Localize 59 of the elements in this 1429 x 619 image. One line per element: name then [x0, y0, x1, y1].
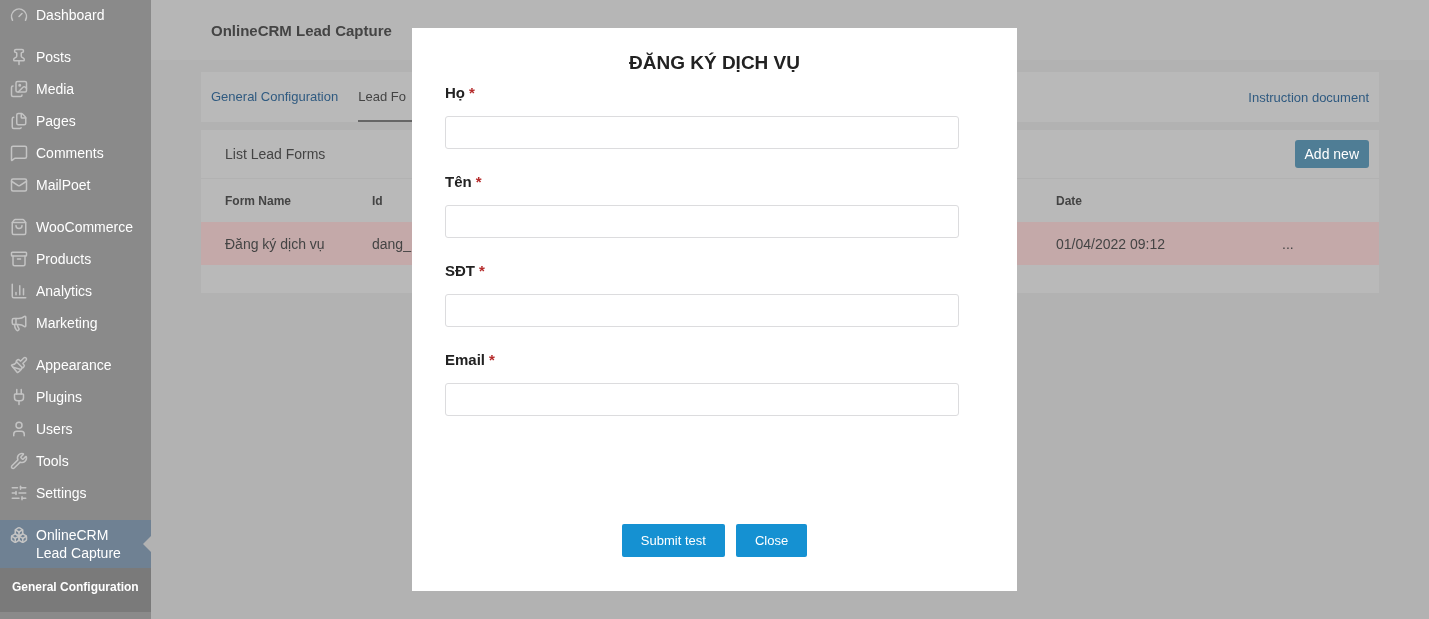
wrench-icon	[10, 452, 28, 470]
column-header: Date	[1056, 193, 1083, 208]
required-mark: *	[475, 172, 482, 190]
sidebar-item[interactable]: Media	[0, 74, 151, 106]
sidebar-item[interactable]: Posts	[0, 42, 151, 74]
sidebar-item[interactable]: Users	[0, 414, 151, 446]
input-field[interactable]	[445, 205, 959, 238]
add-new-button[interactable]: Add new	[1294, 140, 1369, 168]
required-mark: *	[469, 83, 475, 101]
submit-button[interactable]: Submit test	[621, 524, 725, 557]
speech-bubble-icon	[10, 144, 28, 162]
paintbrush-icon	[10, 356, 28, 374]
sidebar-item[interactable]: OnlineCRM Lead Capture	[0, 520, 151, 568]
sidebar-item[interactable]: Appearance	[0, 350, 151, 382]
required-mark: *	[489, 350, 495, 368]
close-button[interactable]: Close	[735, 524, 808, 557]
table-cell-text: 01/04/2022 09:12	[1056, 235, 1166, 252]
instruction-link[interactable]: Instruction document	[1248, 89, 1369, 105]
table-cell-text: dang_	[372, 235, 413, 252]
mail-icon	[10, 176, 28, 194]
actions-button[interactable]: ...	[1282, 235, 1355, 252]
page-title: OnlineCRM Lead Capture	[211, 21, 392, 39]
input-field[interactable]	[445, 116, 959, 149]
sliders-icon	[10, 484, 28, 502]
megaphone-icon	[10, 314, 28, 332]
required-mark: *	[479, 261, 485, 279]
input-field[interactable]	[445, 294, 959, 327]
sidebar-item[interactable]: Tools	[0, 446, 151, 478]
sidebar-item[interactable]: Plugins	[0, 382, 151, 414]
sidebar-item[interactable]: Comments	[0, 138, 151, 170]
user-icon	[10, 420, 28, 438]
submenu-item[interactable]: General Configuration	[0, 576, 151, 598]
table-cell-text: Đăng ký dịch vụ	[225, 235, 326, 252]
input-field[interactable]	[445, 383, 959, 416]
pages-icon	[10, 112, 28, 130]
sidebar-item[interactable]: Settings	[0, 478, 151, 510]
sidebar-item[interactable]: Marketing	[0, 308, 151, 340]
column-header: Id	[372, 193, 384, 208]
modal-title: ĐĂNG KÝ DỊCH VỤ	[628, 52, 801, 74]
sidebar-item[interactable]: WooCommerce	[0, 212, 151, 244]
images-icon	[10, 80, 28, 98]
sidebar-item[interactable]: Dashboard	[0, 0, 151, 32]
pin-icon	[10, 48, 28, 66]
gauge-icon	[10, 6, 28, 24]
boxes-icon	[10, 526, 28, 544]
field-label: Tên	[445, 172, 472, 190]
bag-icon	[10, 218, 28, 236]
bar-chart-icon	[10, 282, 28, 300]
tab[interactable]: General Configuration	[211, 72, 349, 122]
list-title: List Lead Forms	[225, 146, 326, 162]
field-label: Họ	[445, 83, 465, 101]
sidebar-item[interactable]: Analytics	[0, 276, 151, 308]
sidebar-item[interactable]: MailPoet	[0, 170, 151, 202]
archive-icon	[10, 250, 28, 268]
sidebar-item[interactable]: Pages	[0, 106, 151, 138]
column-header: Form Name	[225, 193, 293, 208]
field-label: SĐT	[445, 261, 475, 279]
field-label: Email	[445, 350, 486, 368]
sidebar-item[interactable]: Products	[0, 244, 151, 276]
